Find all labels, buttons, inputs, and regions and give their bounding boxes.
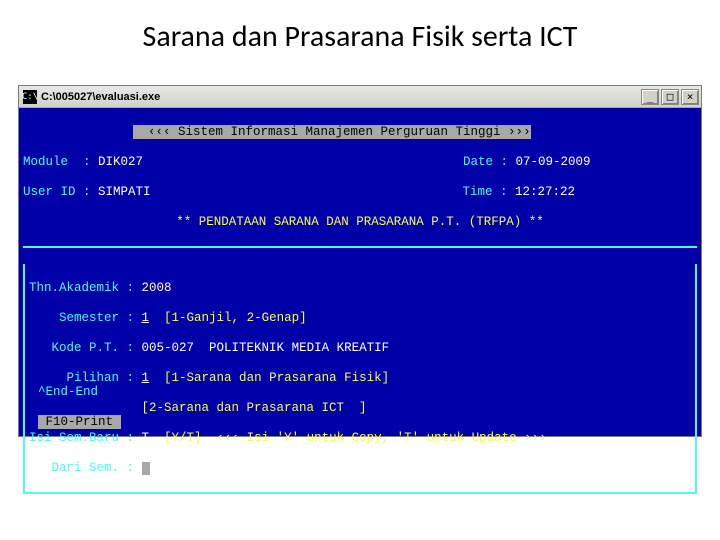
time-value: 12:27:22 bbox=[515, 185, 575, 199]
end-hint: ^End-End bbox=[38, 385, 98, 399]
cmd-icon: C:\ bbox=[23, 90, 37, 104]
console-window: C:\ C:\005027\evaluasi.exe _ □ × ‹‹‹ Sis… bbox=[18, 85, 702, 437]
isi-hint: [Y/T] ‹‹‹ Isi 'Y' untuk Copy, 'T' untuk … bbox=[149, 431, 547, 445]
isi-label: Isi Sem.Baru : bbox=[29, 431, 142, 445]
kode-name: POLITEKNIK MEDIA KREATIF bbox=[194, 341, 389, 355]
cursor-icon bbox=[142, 462, 150, 475]
kode-label: Kode P.T. : bbox=[29, 341, 142, 355]
date-label: Date : bbox=[463, 155, 516, 169]
dari-input[interactable]: / bbox=[150, 461, 173, 475]
subtitle: ** PENDATAAN SARANA DAN PRASARANA P.T. (… bbox=[176, 215, 544, 229]
date-value: 07-09-2009 bbox=[516, 155, 591, 169]
semester-hint: [1-Ganjil, 2-Genap] bbox=[149, 311, 307, 325]
maximize-button[interactable]: □ bbox=[661, 89, 679, 105]
window-title: C:\005027\evaluasi.exe bbox=[41, 91, 641, 103]
semester-input[interactable]: 1 bbox=[142, 311, 150, 325]
module-value: DIK027 bbox=[98, 155, 143, 169]
user-label: User ID : bbox=[23, 185, 98, 199]
kode-input[interactable]: 005-027 bbox=[142, 341, 195, 355]
minimize-button[interactable]: _ bbox=[641, 89, 659, 105]
slide-title: Sarana dan Prasarana Fisik serta ICT bbox=[0, 0, 720, 85]
dari-label: Dari Sem. : bbox=[29, 461, 142, 475]
module-label: Module : bbox=[23, 155, 98, 169]
app-banner: ‹‹‹ Sistem Informasi Manajemen Perguruan… bbox=[133, 125, 531, 139]
time-label: Time : bbox=[463, 185, 516, 199]
thn-input[interactable]: 2008 bbox=[142, 281, 172, 295]
titlebar: C:\ C:\005027\evaluasi.exe _ □ × bbox=[19, 86, 701, 108]
isi-input[interactable]: T bbox=[142, 431, 150, 445]
console-screen: ‹‹‹ Sistem Informasi Manajemen Perguruan… bbox=[19, 108, 701, 436]
thn-label: Thn.Akademik : bbox=[29, 281, 142, 295]
close-button[interactable]: × bbox=[681, 89, 699, 105]
semester-label: Semester : bbox=[29, 311, 142, 325]
f10-print-hint: F10-Print bbox=[38, 415, 121, 429]
user-value: SIMPATI bbox=[98, 185, 151, 199]
